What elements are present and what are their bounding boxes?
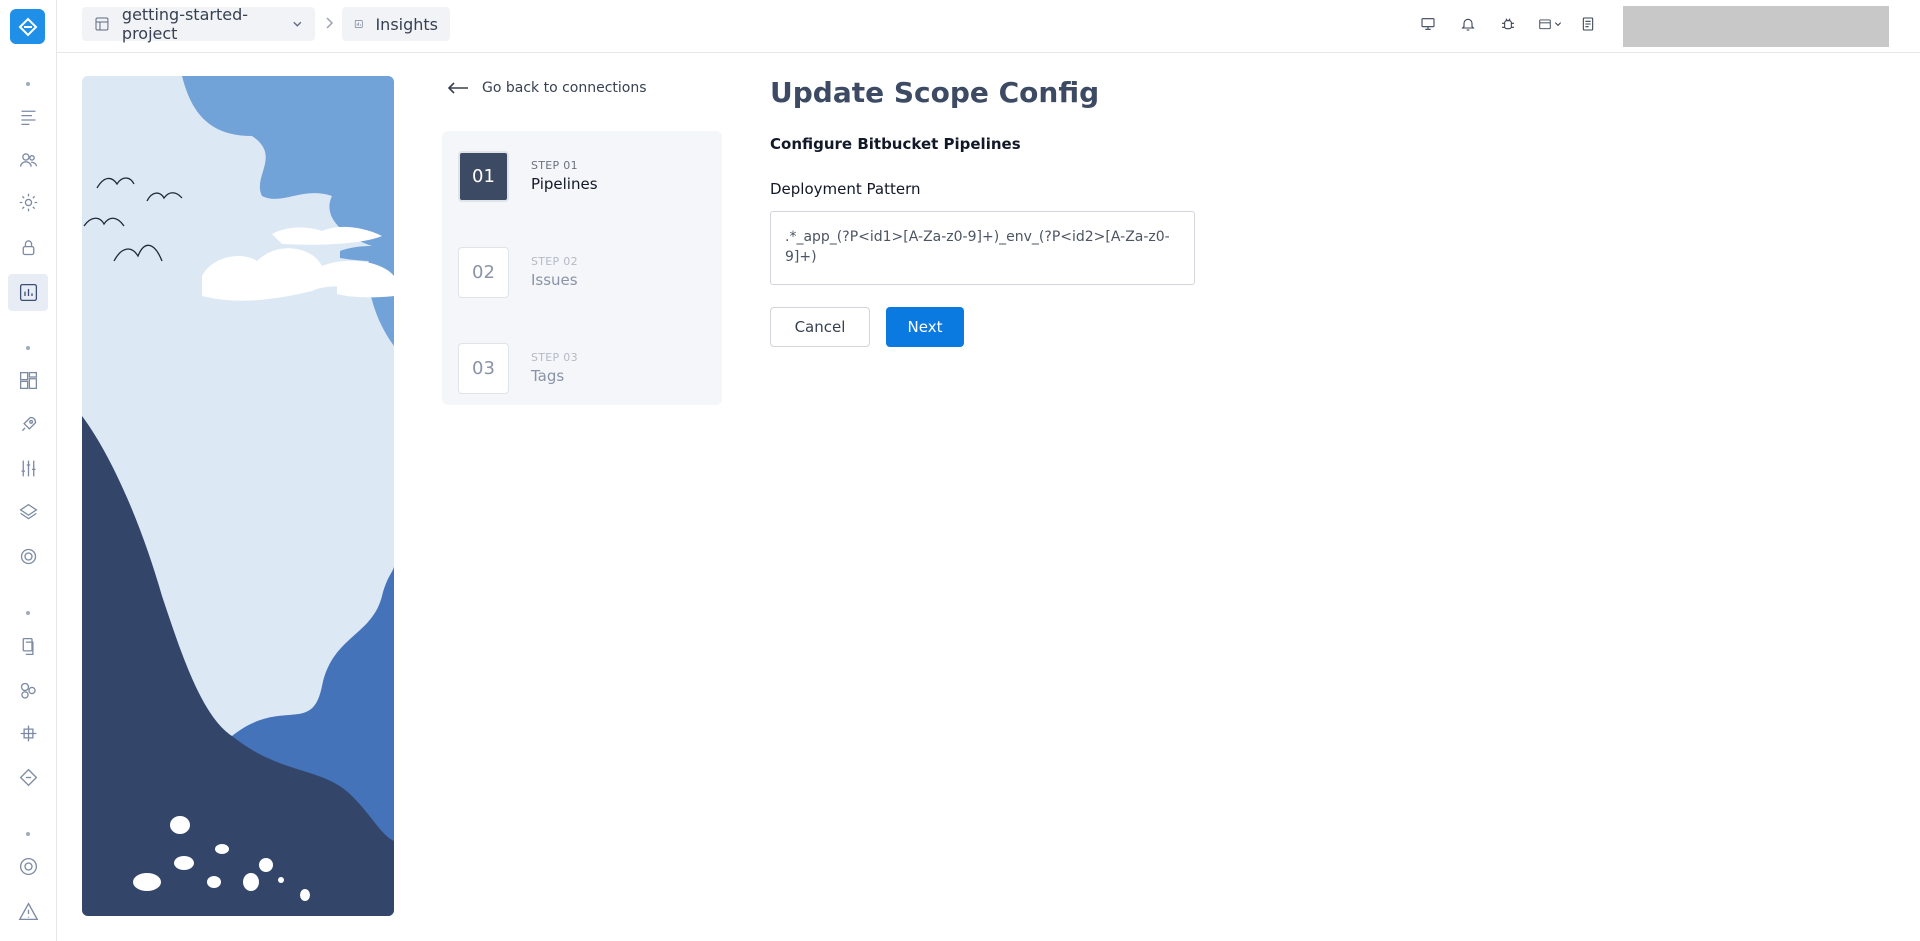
blocks-icon[interactable] <box>14 366 43 395</box>
sidebar-divider-dot <box>26 611 30 615</box>
chevron-right-icon <box>326 17 334 29</box>
warning-icon[interactable] <box>14 897 43 926</box>
arrow-left-icon <box>447 82 468 94</box>
deployment-pattern-input[interactable]: .*_app_(?P<id1>[A-Za-z0-9]+)_env_(?P<id2… <box>770 211 1195 285</box>
back-link-label: Go back to connections <box>482 80 647 96</box>
docs-icon[interactable] <box>14 632 43 661</box>
step-number: 02 <box>458 246 509 298</box>
project-name: getting-started-project <box>121 5 249 43</box>
landscape-illustration <box>82 76 394 916</box>
monitor-icon[interactable] <box>1417 13 1439 35</box>
illustration-panel <box>82 76 394 916</box>
bug-icon[interactable] <box>1497 13 1519 35</box>
chart-icon <box>354 20 363 28</box>
rocket-icon[interactable] <box>14 410 43 439</box>
step-name: Tags <box>531 367 565 385</box>
step-name: Pipelines <box>531 175 598 193</box>
sliders-icon[interactable] <box>14 454 43 483</box>
lock-icon[interactable] <box>14 233 43 262</box>
section-name: Insights <box>375 14 438 34</box>
section-subtitle: Configure Bitbucket Pipelines <box>770 135 1021 153</box>
breadcrumb-insights[interactable]: Insights <box>342 7 450 41</box>
app-logo-icon[interactable] <box>10 9 45 44</box>
step-issues[interactable]: 02 STEP 02 Issues <box>458 246 578 298</box>
step-label: STEP 03 <box>531 351 578 364</box>
target-icon[interactable] <box>14 852 43 881</box>
step-number: 03 <box>458 342 509 394</box>
users-icon[interactable] <box>14 146 43 175</box>
calendar-dropdown-icon[interactable] <box>1535 13 1565 35</box>
project-selector[interactable]: getting-started-project <box>82 5 315 43</box>
integration-icon[interactable] <box>14 719 43 748</box>
layers-icon[interactable] <box>14 498 43 527</box>
next-button[interactable]: Next <box>886 307 964 347</box>
sidebar-divider-dot <box>26 82 30 86</box>
step-number: 01 <box>458 150 509 202</box>
menu-icon[interactable] <box>14 102 43 131</box>
cancel-button[interactable]: Cancel <box>770 307 870 347</box>
deployment-pattern-label: Deployment Pattern <box>770 180 921 198</box>
chevron-down-icon <box>293 21 302 27</box>
chart-icon[interactable] <box>8 274 48 311</box>
sidebar-divider-dot <box>26 832 30 836</box>
badge-icon[interactable] <box>14 542 43 571</box>
sidebar-divider-dot <box>26 346 30 350</box>
page-title: Update Scope Config <box>770 76 1100 109</box>
step-pipelines[interactable]: 01 STEP 01 Pipelines <box>458 150 598 202</box>
top-bar: getting-started-project Insights <box>57 0 1920 53</box>
breadcrumb-separator <box>323 15 335 29</box>
gear-icon[interactable] <box>14 188 43 217</box>
table-icon <box>95 17 109 31</box>
bell-icon[interactable] <box>1457 13 1479 35</box>
step-label: STEP 02 <box>531 255 578 268</box>
circles-icon[interactable] <box>14 676 43 705</box>
steps-panel: 01 STEP 01 Pipelines 02 STEP 02 Issues 0… <box>442 131 722 405</box>
document-icon[interactable] <box>1577 13 1599 35</box>
user-profile-area[interactable] <box>1623 6 1889 47</box>
diamond-icon[interactable] <box>14 763 43 792</box>
step-label: STEP 01 <box>531 159 578 172</box>
step-tags[interactable]: 03 STEP 03 Tags <box>458 342 578 394</box>
left-sidebar <box>0 0 57 941</box>
step-name: Issues <box>531 271 578 289</box>
back-to-connections-link[interactable]: Go back to connections <box>446 80 647 96</box>
